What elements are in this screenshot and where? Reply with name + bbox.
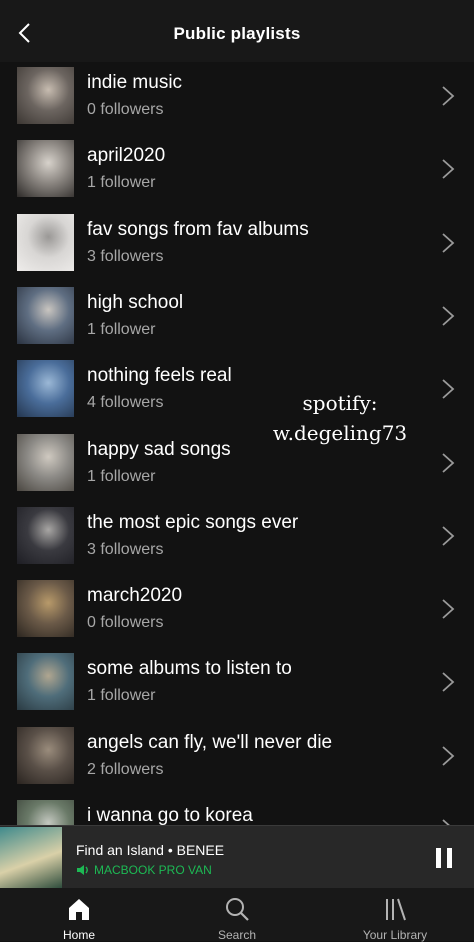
playlist-artwork — [17, 726, 74, 784]
playlist-row[interactable]: march2020 0 followers — [0, 575, 474, 648]
watermark: spotify: w.degeling73 — [270, 388, 410, 448]
connected-device[interactable]: MACBOOK PRO VAN — [76, 863, 212, 877]
playlist-followers: 4 followers — [87, 394, 164, 412]
tab-home[interactable]: Home — [0, 888, 158, 942]
now-playing-bar[interactable]: Find an Island • BENEE MACBOOK PRO VAN — [0, 825, 474, 889]
chevron-right-icon — [442, 379, 455, 399]
chevron-right-icon — [442, 599, 455, 619]
playlist-title: nothing feels real — [87, 365, 232, 387]
playlist-row[interactable]: fav songs from fav albums 3 followers — [0, 209, 474, 282]
tab-search-label: Search — [217, 928, 257, 942]
chevron-right-icon — [442, 819, 450, 825]
playlist-followers: 1 follower — [87, 467, 156, 485]
chevron-right-icon — [442, 672, 455, 693]
bottom-tab-bar: Home Search Your Library — [0, 888, 474, 942]
chevron-right-icon — [442, 159, 455, 179]
playlist-artwork — [17, 580, 74, 638]
tab-your-library-label: Your Library — [362, 928, 428, 942]
playlist-artwork — [17, 213, 74, 271]
playlist-title: high school — [87, 291, 184, 313]
playlist-title: i wanna go to korea — [87, 805, 253, 825]
top-bar: Public playlists — [0, 0, 474, 62]
watermark-line-1: spotify: — [302, 391, 378, 415]
chevron-right-icon — [442, 526, 455, 546]
watermark-line-2: w.degeling73 — [272, 421, 408, 445]
playlist-artwork — [17, 653, 74, 711]
playlist-followers: 1 follower — [87, 174, 156, 192]
playlist-artwork — [17, 800, 74, 825]
playlist-row[interactable]: april2020 1 follower — [0, 135, 474, 208]
chevron-right-icon — [442, 452, 455, 473]
chevron-right-icon — [442, 746, 455, 766]
playlist-artwork — [17, 67, 74, 124]
tab-home-label: Home — [62, 928, 95, 942]
search-icon — [226, 898, 249, 921]
speaker-icon — [77, 865, 88, 875]
playlist-title: the most epic songs ever — [87, 511, 299, 533]
playlist-row[interactable]: high school 1 follower — [0, 282, 474, 355]
playlist-followers: 3 followers — [87, 247, 164, 265]
playlist-followers: 0 followers — [87, 614, 164, 632]
chevron-right-icon — [442, 306, 455, 326]
tab-search[interactable]: Search — [158, 888, 316, 942]
home-icon — [69, 899, 89, 920]
library-icon — [386, 898, 406, 921]
playlist-row[interactable]: indie music 0 followers — [0, 62, 474, 135]
playlist-title: march2020 — [87, 585, 183, 607]
playlist-followers: 2 followers — [87, 760, 164, 778]
playlist-row[interactable]: some albums to listen to 1 follower — [0, 648, 474, 721]
playlist-artwork — [17, 286, 74, 344]
page-title: Public playlists — [173, 24, 301, 43]
playlist-artwork — [17, 433, 74, 491]
connected-device-label: MACBOOK PRO VAN — [94, 863, 212, 877]
playlist-title: april2020 — [87, 145, 166, 167]
playlist-artwork — [17, 140, 74, 198]
pause-icon[interactable] — [432, 846, 456, 870]
playlist-artwork — [17, 506, 74, 564]
now-playing-artwork[interactable] — [0, 827, 62, 889]
now-playing-track[interactable]: Find an Island • BENEE — [76, 842, 224, 858]
playlist-title: fav songs from fav albums — [87, 218, 309, 240]
chevron-right-icon — [442, 232, 455, 253]
playlist-title: indie music — [87, 72, 183, 93]
playlist-artwork — [17, 360, 74, 418]
playlist-followers: 3 followers — [87, 540, 164, 558]
playlist-title: angels can fly, we'll never die — [87, 731, 333, 753]
playlist-followers: 1 follower — [87, 320, 156, 338]
playlist-title: happy sad songs — [87, 438, 231, 460]
playlist-row[interactable]: the most epic songs ever 3 followers — [0, 502, 474, 575]
playlist-followers: 1 follower — [87, 687, 156, 705]
playlist-row[interactable]: angels can fly, we'll never die 2 followe… — [0, 722, 474, 795]
chevron-right-icon — [442, 86, 455, 106]
tab-your-library[interactable]: Your Library — [316, 888, 474, 942]
playlist-followers: 0 followers — [87, 101, 164, 118]
playlist-row[interactable]: i wanna go to korea — [0, 795, 474, 825]
playlist-title: some albums to listen to — [87, 658, 292, 680]
